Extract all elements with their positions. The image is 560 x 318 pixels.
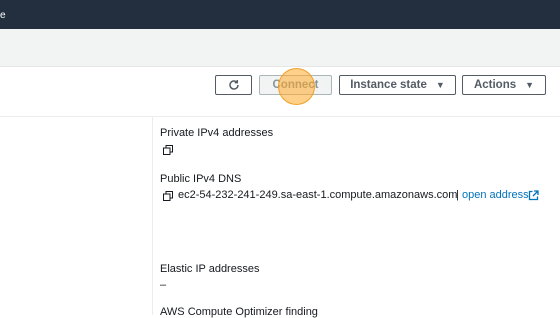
- compute-optimizer-label: AWS Compute Optimizer finding: [160, 306, 318, 318]
- instance-state-label: Instance state: [350, 79, 427, 91]
- instance-state-dropdown[interactable]: Instance state ▼: [339, 75, 456, 95]
- refresh-button[interactable]: [215, 75, 252, 95]
- copy-icon[interactable]: [163, 191, 173, 201]
- column-divider: [152, 117, 153, 315]
- top-navigation-bar: e: [0, 0, 560, 29]
- caret-down-icon: ▼: [525, 80, 535, 90]
- public-dns-label: Public IPv4 DNS: [160, 173, 242, 185]
- actions-label: Actions: [473, 79, 517, 91]
- separator: |: [456, 189, 459, 201]
- caret-down-icon: ▼: [435, 80, 445, 90]
- connect-button[interactable]: Connect: [259, 75, 332, 95]
- elastic-ip-label: Elastic IP addresses: [160, 263, 260, 275]
- copy-icon[interactable]: [163, 145, 173, 155]
- actions-dropdown[interactable]: Actions ▼: [462, 75, 546, 95]
- open-address-link[interactable]: open address: [462, 189, 529, 201]
- private-ipv4-label: Private IPv4 addresses: [160, 127, 274, 139]
- refresh-icon: [228, 80, 239, 90]
- breadcrumb-bar: [0, 29, 560, 67]
- public-dns-value: ec2-54-232-241-249.sa-east-1.compute.ama…: [178, 189, 458, 201]
- elastic-ip-value: –: [160, 279, 167, 291]
- connect-label: Connect: [272, 79, 319, 91]
- topbar-text: e: [0, 10, 6, 21]
- external-link-icon[interactable]: [528, 190, 539, 201]
